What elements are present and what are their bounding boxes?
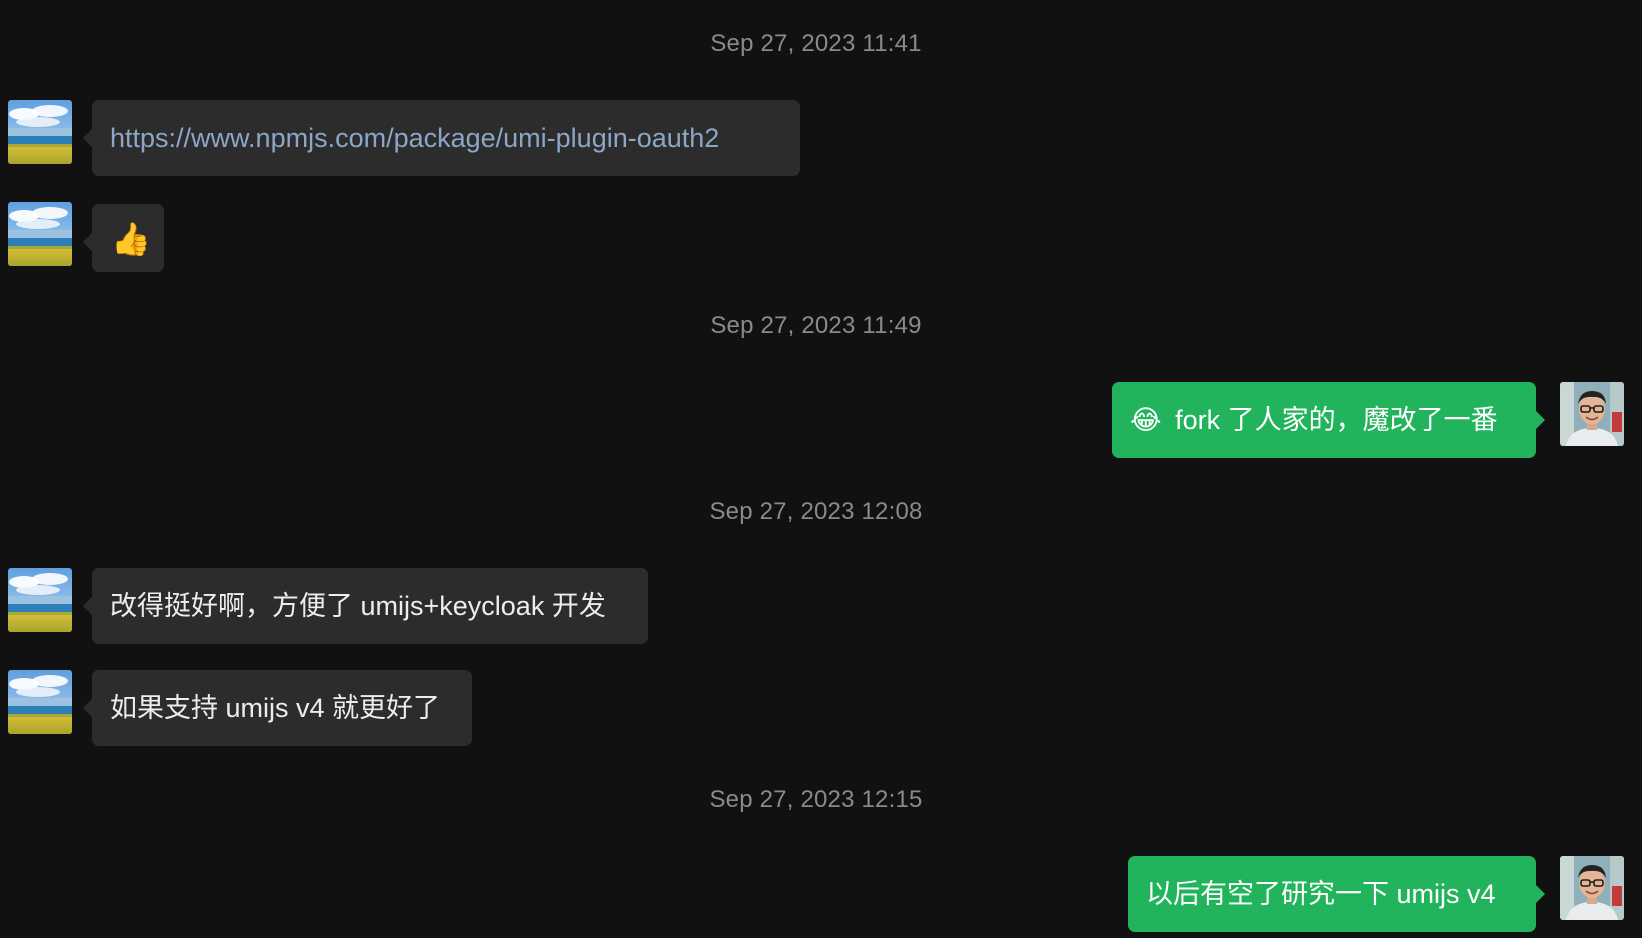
contact-avatar[interactable] [8,568,72,632]
message-timestamp: Sep 27, 2023 11:41 [710,30,922,57]
message-timestamp: Sep 27, 2023 11:49 [710,312,922,339]
person-avatar-icon [1560,856,1624,920]
message-text: 如果支持 umijs v4 就更好了 [110,693,441,723]
contact-avatar[interactable] [8,202,72,266]
landscape-avatar-icon [8,568,72,632]
my-avatar[interactable] [1560,856,1624,920]
message-timestamp: Sep 27, 2023 12:08 [709,498,923,525]
incoming-message-bubble[interactable]: 👍 [83,204,164,272]
outgoing-message-bubble[interactable]: 以后有空了研究一下 umijs v4 [1128,856,1545,932]
landscape-avatar-icon [8,670,72,734]
my-avatar[interactable] [1560,382,1624,446]
landscape-avatar-icon [8,100,72,164]
incoming-message-bubble[interactable]: https://www.npmjs.com/package/umi-plugin… [83,100,800,176]
outgoing-message-bubble[interactable]: 😂 fork 了人家的，魔改了一番 [1112,382,1545,458]
landscape-avatar-icon [8,202,72,266]
person-avatar-icon [1560,382,1624,446]
message-timestamp: Sep 27, 2023 12:15 [709,786,923,813]
message-text: 改得挺好啊，方便了 umijs+keycloak 开发 [110,591,606,621]
message-text: fork 了人家的，魔改了一番 [1175,405,1498,435]
chat-message-list[interactable]: Sep 27, 2023 11:41 https://www.npmjs.com… [0,0,1642,938]
incoming-message-bubble[interactable]: 如果支持 umijs v4 就更好了 [83,670,472,746]
message-text: 以后有空了研究一下 umijs v4 [1146,879,1496,909]
laughing-tears-emoji: 😂 [1130,405,1162,435]
thumbs-up-emoji: 👍 [111,221,151,257]
contact-avatar[interactable] [8,100,72,164]
message-link[interactable]: https://www.npmjs.com/package/umi-plugin… [110,123,719,153]
incoming-message-bubble[interactable]: 改得挺好啊，方便了 umijs+keycloak 开发 [83,568,648,644]
contact-avatar[interactable] [8,670,72,734]
